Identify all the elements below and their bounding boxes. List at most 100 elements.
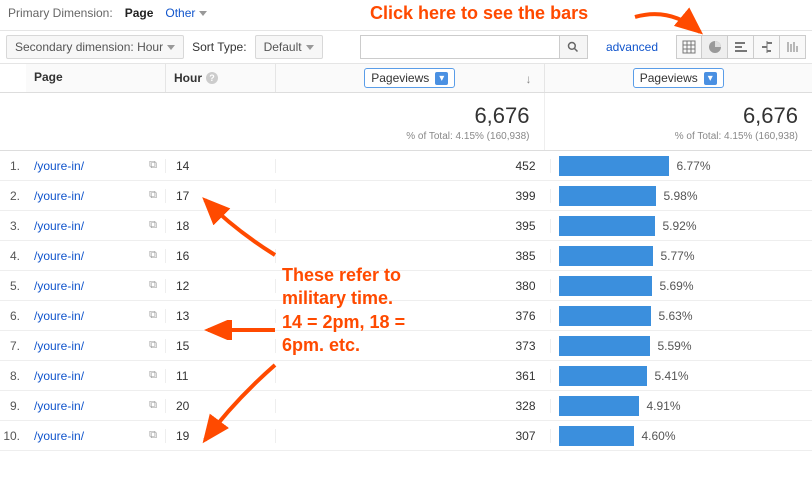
other-dimension-link[interactable]: Other [165, 6, 207, 20]
external-link-icon[interactable]: ⧉ [149, 219, 157, 232]
bar-fill [559, 186, 656, 206]
header-hour[interactable]: Hour ? [166, 64, 276, 92]
search-button[interactable] [560, 35, 588, 59]
controls-bar: Secondary dimension: Hour Sort Type: Def… [0, 30, 812, 64]
page-link[interactable]: /youre-in/ [34, 189, 84, 203]
bar-pct: 6.77% [677, 159, 711, 173]
table-row: 10./youre-in/⧉193074.60% [0, 421, 812, 451]
cell-page: /youre-in/ ⧉ [26, 309, 166, 323]
external-link-icon[interactable]: ⧉ [149, 279, 157, 292]
external-link-icon[interactable]: ⧉ [149, 189, 157, 202]
row-number: 10. [0, 429, 26, 443]
view-table-button[interactable] [676, 35, 702, 59]
chevron-down-icon [306, 45, 314, 50]
page-link[interactable]: /youre-in/ [34, 159, 84, 173]
cell-bar: 5.41% [551, 366, 812, 386]
external-link-icon[interactable]: ⧉ [149, 309, 157, 322]
cell-page: /youre-in/ ⧉ [26, 279, 166, 293]
bar-pct: 5.59% [658, 339, 692, 353]
row-number: 3. [0, 219, 26, 233]
chevron-updown-icon: ▾ [435, 72, 448, 85]
table-icon [682, 40, 696, 54]
cell-bar: 5.59% [551, 336, 812, 356]
bar-pct: 5.69% [660, 279, 694, 293]
table-row: 6./youre-in/⧉133765.63% [0, 301, 812, 331]
external-link-icon[interactable]: ⧉ [149, 399, 157, 412]
bar-fill [559, 276, 652, 296]
total-metric-2: 6,676 % of Total: 4.15% (160,938) [545, 93, 812, 150]
external-link-icon[interactable]: ⧉ [149, 369, 157, 382]
cell-bar: 5.77% [551, 246, 812, 266]
bars-left-icon [734, 40, 748, 54]
external-link-icon[interactable]: ⧉ [149, 249, 157, 262]
metric-1-dropdown[interactable]: Pageviews▾ [364, 68, 455, 88]
cell-bar: 5.92% [551, 216, 812, 236]
table-row: 2./youre-in/⧉173995.98% [0, 181, 812, 211]
primary-dimension-value[interactable]: Page [125, 6, 154, 20]
secondary-dimension-dropdown[interactable]: Secondary dimension: Hour [6, 35, 184, 59]
bar-fill [559, 306, 651, 326]
cell-pageviews: 385 [276, 249, 551, 263]
external-link-icon[interactable]: ⧉ [149, 429, 157, 442]
cell-pageviews: 395 [276, 219, 551, 233]
cell-bar: 4.91% [551, 396, 812, 416]
primary-dimension-label: Primary Dimension: [8, 6, 113, 20]
page-link[interactable]: /youre-in/ [34, 399, 84, 413]
cell-page: /youre-in/ ⧉ [26, 189, 166, 203]
page-link[interactable]: /youre-in/ [34, 339, 84, 353]
header-metric-2: Pageviews▾ [545, 64, 812, 92]
cell-hour: 17 [166, 189, 276, 203]
table-row: 9./youre-in/⧉203284.91% [0, 391, 812, 421]
cell-pageviews: 452 [276, 159, 551, 173]
pie-icon [708, 40, 722, 54]
cell-page: /youre-in/ ⧉ [26, 369, 166, 383]
bar-fill [559, 426, 634, 446]
header-page[interactable]: Page [26, 64, 166, 92]
search-input[interactable] [360, 35, 560, 59]
external-link-icon[interactable]: ⧉ [149, 339, 157, 352]
header-metric-1: Pageviews▾ ↓ [276, 64, 545, 92]
sort-type-label: Sort Type: [192, 40, 246, 54]
cell-hour: 11 [166, 369, 276, 383]
page-link[interactable]: /youre-in/ [34, 429, 84, 443]
table-row: 8./youre-in/⧉113615.41% [0, 361, 812, 391]
bar-fill [559, 366, 647, 386]
table-row: 1./youre-in/⧉144526.77% [0, 151, 812, 181]
cell-bar: 5.69% [551, 276, 812, 296]
row-number: 4. [0, 249, 26, 263]
help-icon[interactable]: ? [206, 72, 218, 84]
external-link-icon[interactable]: ⧉ [149, 159, 157, 172]
page-link[interactable]: /youre-in/ [34, 309, 84, 323]
table-row: 7./youre-in/⧉153735.59% [0, 331, 812, 361]
page-link[interactable]: /youre-in/ [34, 249, 84, 263]
metric-2-dropdown[interactable]: Pageviews▾ [633, 68, 724, 88]
page-link[interactable]: /youre-in/ [34, 279, 84, 293]
sort-desc-icon[interactable]: ↓ [526, 72, 532, 86]
view-pivot-button[interactable] [780, 35, 806, 59]
chevron-down-icon [167, 45, 175, 50]
row-number: 7. [0, 339, 26, 353]
search-icon [567, 41, 579, 53]
bar-fill [559, 156, 669, 176]
cell-bar: 5.63% [551, 306, 812, 326]
bar-pct: 4.91% [647, 399, 681, 413]
table-row: 4./youre-in/⧉163855.77% [0, 241, 812, 271]
view-comparison-button[interactable] [754, 35, 780, 59]
page-link[interactable]: /youre-in/ [34, 369, 84, 383]
bar-fill [559, 246, 653, 266]
advanced-link[interactable]: advanced [606, 40, 658, 54]
bar-pct: 5.98% [664, 189, 698, 203]
cell-bar: 6.77% [551, 156, 812, 176]
view-percentage-button[interactable] [702, 35, 728, 59]
view-performance-button[interactable] [728, 35, 754, 59]
cell-pageviews: 376 [276, 309, 551, 323]
cell-page: /youre-in/ ⧉ [26, 249, 166, 263]
bar-pct: 5.63% [659, 309, 693, 323]
row-number: 8. [0, 369, 26, 383]
totals-row: 6,676 % of Total: 4.15% (160,938) 6,676 … [0, 93, 812, 151]
primary-dimension-bar: Primary Dimension: Page Other [0, 0, 812, 30]
chevron-updown-icon: ▾ [704, 72, 717, 85]
page-link[interactable]: /youre-in/ [34, 219, 84, 233]
cell-hour: 15 [166, 339, 276, 353]
sort-type-dropdown[interactable]: Default [255, 35, 323, 59]
